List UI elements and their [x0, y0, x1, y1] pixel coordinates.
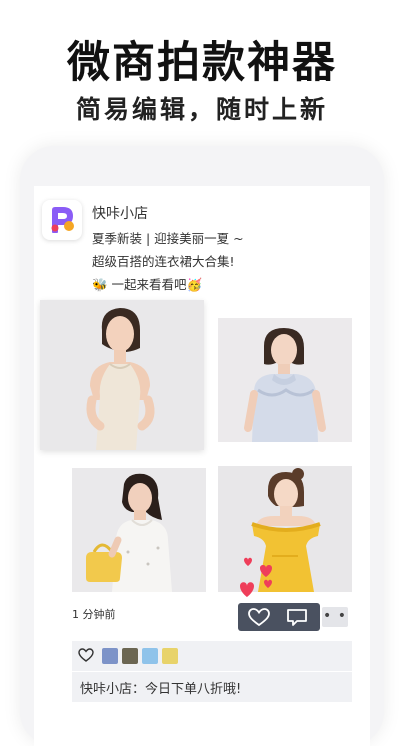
comment-icon: [287, 609, 307, 626]
floating-hearts-icon: [240, 557, 272, 597]
shop-avatar[interactable]: [42, 200, 82, 240]
action-bar: [238, 603, 320, 631]
post-text-line-2: 超级百搭的连衣裙大合集!: [92, 254, 235, 269]
shop-logo-icon: [51, 207, 74, 233]
promo-subheadline: 简易编辑，随时上新: [75, 95, 328, 124]
promo-headline: 微商拍款神器: [67, 38, 337, 88]
heart-outline-icon: [248, 608, 270, 627]
model-blue-blouse-photo: [244, 328, 326, 442]
post-text-line-3: 🐝 一起来看看吧🥳: [92, 277, 203, 292]
comment-bar: 快咔小店：今日下单八折哦!: [72, 672, 352, 702]
shop-name[interactable]: 快咔小店: [92, 203, 148, 223]
post-photo-1[interactable]: [40, 300, 204, 450]
liker-avatar[interactable]: [102, 648, 118, 664]
post-photo-2[interactable]: [218, 318, 352, 442]
liker-avatar[interactable]: [162, 648, 178, 664]
post-photo-3[interactable]: [72, 468, 206, 592]
model-white-dress-yellow-bag-photo: [86, 473, 172, 592]
heart-outline-icon: [78, 648, 94, 662]
post-text-line-1: 夏季新装 | 迎接美丽一夏 ~: [92, 231, 244, 246]
comment-text: 快咔小店：今日下单八折哦!: [80, 682, 242, 697]
liker-avatar[interactable]: [122, 648, 138, 664]
more-options-button[interactable]: • •: [322, 607, 348, 627]
like-button[interactable]: [248, 608, 270, 627]
likes-bar: [72, 641, 352, 671]
post-time: 1 分钟前: [72, 608, 116, 621]
comment-button[interactable]: [286, 608, 308, 626]
liker-avatar[interactable]: [142, 648, 158, 664]
model-white-halter-photo: [86, 308, 155, 450]
